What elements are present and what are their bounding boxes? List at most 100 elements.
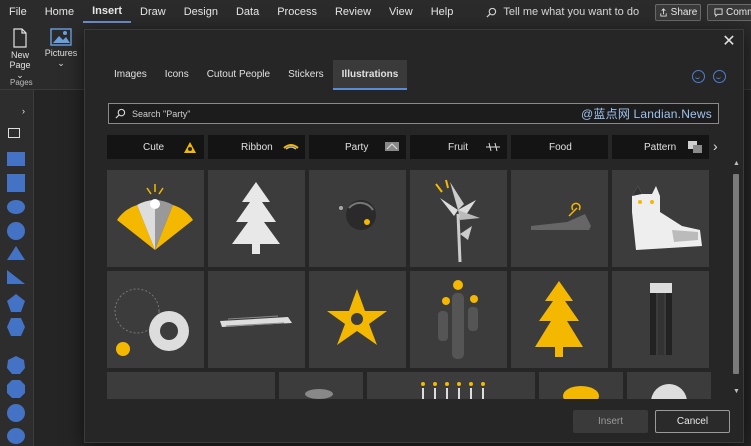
search-input[interactable]: Search "Party" @蓝点网 Landian.News <box>108 103 719 124</box>
category-label: Ribbon <box>241 141 273 153</box>
shape-right-triangle[interactable] <box>7 270 25 284</box>
tab-cutout-people[interactable]: Cutout People <box>198 60 279 90</box>
watermark: @蓝点网 Landian.News <box>581 107 712 121</box>
category-food[interactable]: Food <box>511 135 608 159</box>
tell-me-text: Tell me what you want to do <box>503 6 640 18</box>
tab-illustrations[interactable]: Illustrations <box>332 60 408 90</box>
shape-triangle[interactable] <box>7 246 25 260</box>
insert-button[interactable]: Insert <box>573 410 648 433</box>
picture-icon <box>50 28 72 46</box>
illustration-yellow-tree[interactable] <box>511 271 608 368</box>
frown-feedback-icon[interactable] <box>713 70 726 83</box>
menu-draw[interactable]: Draw <box>131 0 175 24</box>
stencil-icon[interactable] <box>8 128 20 138</box>
shape-ellipse[interactable] <box>7 200 25 214</box>
illustration-cat[interactable] <box>612 170 709 267</box>
pictures-dropdown[interactable]: ⌄ <box>44 58 78 69</box>
illustration-partial-4[interactable] <box>539 372 623 399</box>
illustration-candles[interactable] <box>367 372 535 399</box>
category-party[interactable]: Party <box>309 135 406 159</box>
chevron-right-icon[interactable]: › <box>713 138 718 154</box>
pictures-label: Pictures <box>44 48 78 58</box>
tab-stickers[interactable]: Stickers <box>279 60 333 90</box>
category-label: Party <box>345 141 369 153</box>
illustration-cactus[interactable] <box>410 271 507 368</box>
comments-button[interactable]: Comm <box>707 4 751 21</box>
illustration-partial-1[interactable] <box>107 372 275 399</box>
grid-scrollbar[interactable]: ▲ ▼ <box>731 158 741 398</box>
tell-me-box[interactable]: Tell me what you want to do <box>486 6 639 18</box>
menu-design[interactable]: Design <box>175 0 227 24</box>
tab-images[interactable]: Images <box>105 60 156 90</box>
shape-circle[interactable] <box>7 222 25 240</box>
party-icon <box>385 142 399 151</box>
stock-images-dialog: ✕ Images Icons Cutout People Stickers Il… <box>84 29 744 443</box>
illustration-circles[interactable] <box>107 271 204 368</box>
menu-data[interactable]: Data <box>227 0 268 24</box>
comment-icon <box>714 8 723 17</box>
menu-review[interactable]: Review <box>326 0 380 24</box>
illustration-ball[interactable] <box>309 170 406 267</box>
search-icon <box>115 108 126 119</box>
category-label: Cute <box>143 141 165 153</box>
close-icon[interactable]: ✕ <box>721 34 737 50</box>
illustration-partial-2[interactable] <box>279 372 363 399</box>
shape-hexagon[interactable] <box>7 318 25 336</box>
comments-label: Comm <box>726 7 751 18</box>
new-page-label: New <box>10 50 29 60</box>
menu-process[interactable]: Process <box>268 0 326 24</box>
search-icon <box>486 7 497 18</box>
smile-feedback-icon[interactable] <box>692 70 705 83</box>
dialog-tabs: Images Icons Cutout People Stickers Illu… <box>105 60 408 90</box>
category-cute[interactable]: Cute <box>107 135 204 159</box>
shape-rectangle[interactable] <box>7 152 25 166</box>
illustration-shoe[interactable] <box>511 170 608 267</box>
menu-bar: File Home Insert Draw Design Data Proces… <box>0 0 751 24</box>
menu-insert[interactable]: Insert <box>83 1 132 23</box>
menu-file[interactable]: File <box>0 0 36 24</box>
illustration-pine-tree[interactable] <box>208 170 305 267</box>
illustration-partial-5[interactable] <box>627 372 711 399</box>
illustration-lily[interactable] <box>410 170 507 267</box>
share-label: Share <box>670 7 698 18</box>
category-bar: Cute Ribbon Party Fruit Food Pattern <box>107 135 709 159</box>
category-label: Food <box>549 141 572 153</box>
illustration-brush-stroke[interactable] <box>208 271 305 368</box>
menu-view[interactable]: View <box>380 0 422 24</box>
category-label: Fruit <box>448 141 468 153</box>
category-label: Pattern <box>644 141 677 153</box>
shape-circle-2[interactable] <box>7 428 25 444</box>
pages-group-label: Pages <box>10 78 33 87</box>
new-page-button[interactable]: New Page ⌄ <box>8 28 32 81</box>
pictures-button[interactable]: Pictures ⌄ <box>44 28 78 69</box>
collapse-arrow-icon[interactable]: › <box>22 106 25 116</box>
illustration-flower[interactable] <box>309 271 406 368</box>
scroll-up-icon[interactable]: ▲ <box>733 160 740 167</box>
pattern-icon <box>688 141 702 153</box>
shapes-panel: › <box>0 90 34 446</box>
cute-icon <box>184 142 196 153</box>
scroll-thumb[interactable] <box>733 174 739 374</box>
new-page-icon <box>13 28 27 48</box>
ribbon-icon <box>283 144 299 150</box>
illustration-paint-brushes[interactable] <box>612 271 709 368</box>
cancel-button[interactable]: Cancel <box>655 410 730 433</box>
scroll-down-icon[interactable]: ▼ <box>733 388 740 395</box>
share-icon <box>660 8 667 17</box>
illustration-party-fans[interactable] <box>107 170 204 267</box>
food-icon <box>588 141 601 154</box>
menu-help[interactable]: Help <box>422 0 463 24</box>
category-ribbon[interactable]: Ribbon <box>208 135 305 159</box>
category-fruit[interactable]: Fruit <box>410 135 507 159</box>
tab-icons[interactable]: Icons <box>156 60 198 90</box>
illustration-grid <box>107 170 711 399</box>
shape-pentagon[interactable] <box>7 294 25 312</box>
category-pattern[interactable]: Pattern <box>612 135 709 159</box>
menu-home[interactable]: Home <box>36 0 83 24</box>
shape-decagon[interactable] <box>7 404 25 422</box>
share-button[interactable]: Share <box>655 4 701 21</box>
shape-heptagon[interactable] <box>7 356 25 374</box>
search-placeholder: Search "Party" <box>132 108 191 119</box>
shape-octagon[interactable] <box>7 380 25 398</box>
shape-square[interactable] <box>7 174 25 192</box>
